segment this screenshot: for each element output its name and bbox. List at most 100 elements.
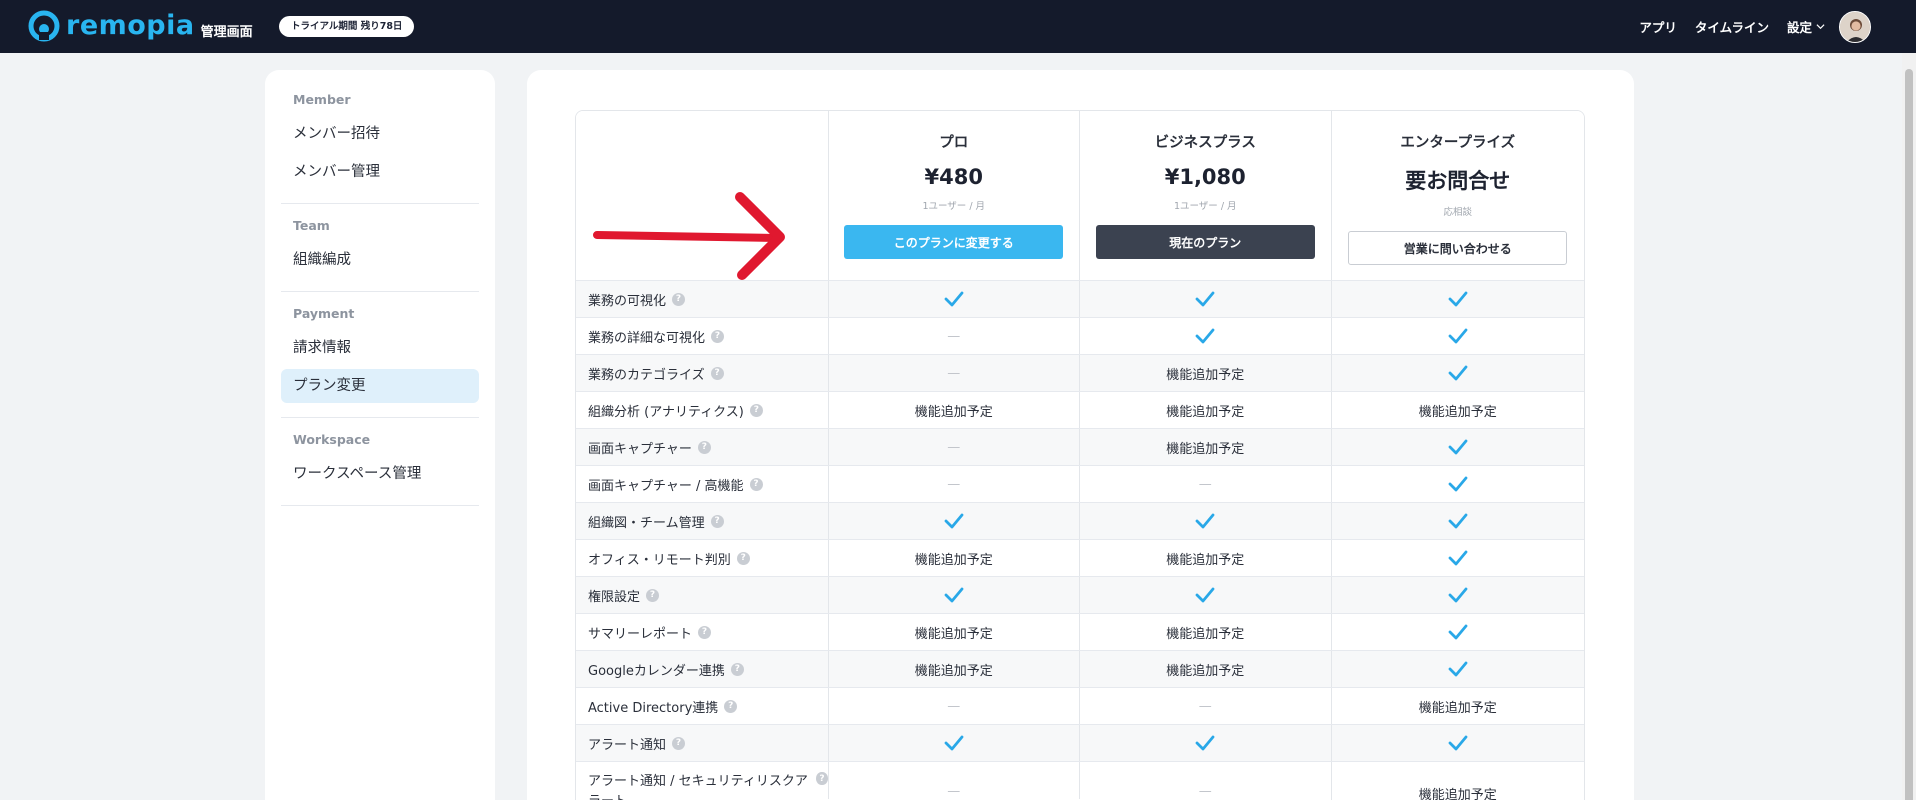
unavailable-dash: —: [1198, 476, 1212, 492]
feature-value-cell: 機能追加予定: [1330, 392, 1584, 428]
contact-sales-button[interactable]: 営業に問い合わせる: [1348, 231, 1568, 265]
feature-label-cell: Googleカレンダー連携?: [576, 651, 828, 687]
check-icon: [1448, 476, 1468, 492]
feature-value-cell: —: [827, 318, 1080, 354]
check-icon: [1195, 587, 1215, 603]
feature-label-cell: オフィス・リモート判別?: [576, 540, 828, 576]
unavailable-dash: —: [1198, 784, 1212, 799]
sidebar-item-member-invite[interactable]: メンバー招待: [281, 117, 479, 151]
feature-value-text: 機能追加予定: [914, 552, 993, 568]
feature-value-cell: [1079, 318, 1331, 354]
feature-label: 権限設定: [588, 589, 641, 605]
feature-label: 業務の詳細な可視化: [588, 330, 706, 346]
feature-label: 業務のカテゴライズ: [588, 367, 705, 383]
help-icon[interactable]: ?: [816, 772, 828, 785]
plan-column-business-plus: ビジネスプラス ¥1,080 1ユーザー / 月 現在のプラン: [1079, 111, 1331, 280]
feature-value-cell: [1330, 540, 1584, 576]
feature-label-cell: アラート通知 / セキュリティリスクアラート?: [576, 762, 828, 800]
feature-value-text: 機能追加予定: [1166, 404, 1245, 420]
feature-value-text: 機能追加予定: [914, 663, 993, 679]
feature-value-cell: 機能追加予定: [1079, 651, 1331, 687]
plan-column-pro: プロ ¥480 1ユーザー / 月 このプランに変更する: [827, 111, 1080, 280]
help-icon[interactable]: ?: [749, 403, 763, 417]
check-icon: [1448, 513, 1468, 529]
brand-logo[interactable]: remopia 管理画面: [28, 10, 253, 42]
page-scrollbar[interactable]: [1902, 53, 1916, 800]
feature-row: サマリーレポート? 機能追加予定 機能追加予定: [576, 614, 1584, 651]
help-icon[interactable]: ?: [698, 625, 712, 639]
help-icon[interactable]: ?: [724, 699, 738, 713]
help-icon[interactable]: ?: [710, 514, 724, 528]
nav-settings-label: 設定: [1786, 20, 1812, 35]
feature-label: Active Directory連携: [588, 700, 719, 716]
help-icon[interactable]: ?: [697, 440, 711, 454]
nav-settings[interactable]: 設定: [1787, 17, 1825, 36]
feature-label: 組織図・チーム管理: [588, 515, 705, 531]
current-plan-button[interactable]: 現在のプラン: [1095, 225, 1315, 259]
feature-value-cell: [1079, 503, 1331, 539]
feature-label-cell: サマリーレポート?: [576, 614, 828, 650]
feature-value-cell: —: [827, 762, 1080, 799]
feature-value-text: 機能追加予定: [914, 404, 993, 420]
avatar-photo-icon: [1840, 11, 1870, 42]
feature-value-cell: [1330, 429, 1584, 465]
plan-price: ¥480: [924, 165, 983, 189]
help-icon[interactable]: ?: [736, 551, 750, 565]
feature-row: 画面キャプチャー? — 機能追加予定: [576, 429, 1584, 466]
sidebar-group-title: Member: [293, 92, 351, 107]
plan-price: 要お問合せ: [1405, 169, 1511, 193]
feature-value-text: 機能追加予定: [1418, 700, 1497, 716]
feature-label-cell: 組織分析 (アナリティクス)?: [576, 392, 828, 428]
brand-name: remopia: [66, 10, 195, 41]
feature-label: サマリーレポート: [588, 626, 693, 642]
help-icon[interactable]: ?: [646, 588, 660, 602]
feature-row: アラート通知 / セキュリティリスクアラート? — — 機能追加予定: [576, 762, 1584, 800]
feature-label-cell: 業務のカテゴライズ?: [576, 355, 828, 391]
feature-row: 業務のカテゴライズ? — 機能追加予定: [576, 355, 1584, 392]
brand-subtitle: 管理画面: [200, 24, 253, 40]
help-icon[interactable]: ?: [710, 366, 724, 380]
feature-value-cell: [827, 577, 1080, 613]
feature-value-cell: 機能追加予定: [1330, 762, 1584, 800]
settings-sidebar: Member メンバー招待 メンバー管理 Team 組織編成 Payment 請…: [265, 70, 495, 800]
feature-row: Googleカレンダー連携? 機能追加予定 機能追加予定: [576, 651, 1584, 688]
help-icon[interactable]: ?: [730, 662, 744, 676]
feature-label: 業務の可視化: [588, 293, 667, 309]
help-icon[interactable]: ?: [672, 736, 686, 750]
annotation-arrow-icon: [593, 192, 785, 280]
unavailable-dash: —: [1198, 698, 1212, 714]
sidebar-item-organization[interactable]: 組織編成: [281, 243, 479, 277]
check-icon: [944, 735, 964, 751]
feature-value-cell: 機能追加予定: [1079, 540, 1331, 576]
unavailable-dash: —: [947, 365, 961, 381]
feature-value-cell: [827, 281, 1080, 317]
feature-value-text: 機能追加予定: [1418, 788, 1497, 800]
nav-timeline[interactable]: タイムライン: [1695, 17, 1769, 36]
check-icon: [1448, 624, 1468, 640]
check-icon: [1448, 587, 1468, 603]
help-icon[interactable]: ?: [672, 292, 686, 306]
sidebar-item-plan-change[interactable]: プラン変更: [281, 369, 479, 403]
help-icon[interactable]: ?: [711, 329, 725, 343]
change-to-pro-button[interactable]: このプランに変更する: [844, 225, 1064, 259]
feature-value-cell: [1079, 725, 1331, 761]
unavailable-dash: —: [947, 476, 961, 492]
feature-value-cell: —: [827, 466, 1080, 502]
feature-value-cell: [1330, 577, 1584, 613]
sidebar-item-member-manage[interactable]: メンバー管理: [281, 155, 479, 189]
unavailable-dash: —: [947, 439, 961, 455]
feature-value-text: 機能追加予定: [1418, 404, 1497, 420]
help-icon[interactable]: ?: [749, 477, 763, 491]
top-nav: アプリ タイムライン 設定: [1621, 0, 1871, 53]
feature-value-cell: —: [1079, 762, 1331, 799]
feature-value-cell: —: [1079, 688, 1331, 724]
plan-unit: 1ユーザー / 月: [1173, 201, 1237, 212]
sidebar-group-title: Payment: [293, 306, 355, 321]
feature-value-cell: [1330, 651, 1584, 687]
feature-value-cell: 機能追加予定: [827, 540, 1080, 576]
sidebar-item-billing[interactable]: 請求情報: [281, 331, 479, 365]
user-avatar[interactable]: [1839, 10, 1871, 43]
scrollbar-thumb[interactable]: [1905, 69, 1913, 800]
sidebar-item-workspace-manage[interactable]: ワークスペース管理: [281, 457, 479, 491]
nav-app[interactable]: アプリ: [1639, 17, 1677, 36]
